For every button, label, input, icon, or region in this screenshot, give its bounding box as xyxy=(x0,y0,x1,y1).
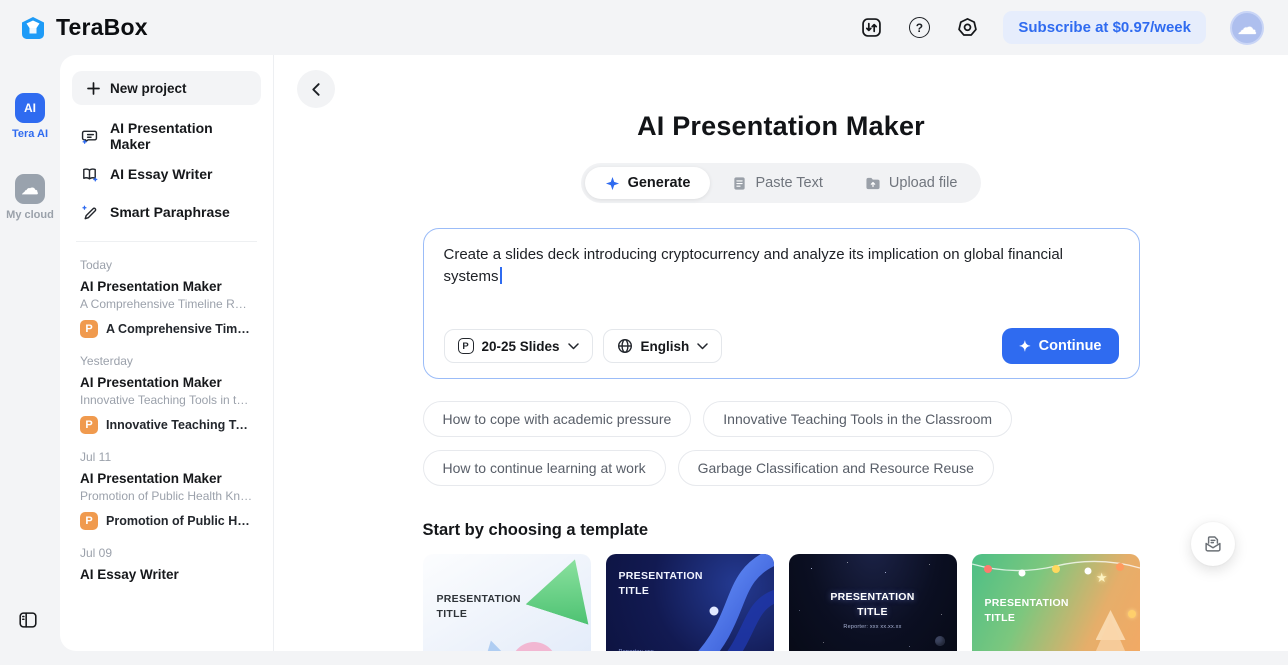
history-item[interactable]: AI Presentation Maker Innovative Teachin… xyxy=(80,375,253,434)
sidebar: New project AI Presentation Maker xyxy=(60,55,274,651)
terabox-logo[interactable]: TeraBox xyxy=(18,13,148,43)
sidebar-divider xyxy=(76,241,257,242)
suggestion-chips: How to cope with academic pressure Innov… xyxy=(423,401,1140,486)
document-icon xyxy=(732,176,747,191)
paraphrase-pen-icon xyxy=(80,203,99,222)
history-item[interactable]: AI Presentation Maker A Comprehensive Ti… xyxy=(80,279,253,338)
decor-stars xyxy=(789,554,790,555)
app-window: TeraBox ? Subscribe at $0.97/week xyxy=(0,0,1288,665)
history-date: Today xyxy=(80,258,253,272)
terabox-logo-text: TeraBox xyxy=(56,14,148,41)
history-section-jul-11: Jul 11 AI Presentation Maker Promotion o… xyxy=(70,450,263,530)
sidebar-toggle-icon[interactable] xyxy=(17,609,39,631)
ppt-file-icon: P xyxy=(80,416,98,434)
tab-upload-file[interactable]: Upload file xyxy=(845,167,978,199)
rail-item-my-cloud[interactable]: ☁ My cloud xyxy=(6,174,54,221)
suggestion-chip[interactable]: Innovative Teaching Tools in the Classro… xyxy=(703,401,1012,437)
main-area: AI Presentation Maker Generate Paste Tex… xyxy=(274,55,1288,651)
user-avatar[interactable]: ☁ xyxy=(1230,11,1264,45)
sidebar-item-label: AI Essay Writer xyxy=(110,166,212,182)
template-list: PRESENTATIONTITLE PRESENTATIONTITLE Repo… xyxy=(423,554,1140,651)
template-card-light[interactable]: PRESENTATIONTITLE xyxy=(423,554,591,651)
decor-tree xyxy=(1088,618,1134,651)
subscribe-button[interactable]: Subscribe at $0.97/week xyxy=(1003,11,1206,44)
history-file[interactable]: P Innovative Teaching Tools in t... xyxy=(80,416,253,434)
sparkle-diamond-icon xyxy=(605,176,620,191)
continue-button[interactable]: ✦ Continue xyxy=(1002,328,1119,364)
left-rail: AI Tera AI ☁ My cloud xyxy=(0,55,60,665)
history-item[interactable]: AI Essay Writer xyxy=(80,567,253,582)
suggestion-chip[interactable]: How to cope with academic pressure xyxy=(423,401,692,437)
presentation-maker-icon xyxy=(80,127,99,146)
sparkle-icon: ✦ xyxy=(1019,339,1031,353)
history-section-yesterday: Yesterday AI Presentation Maker Innovati… xyxy=(70,354,263,434)
help-icon[interactable]: ? xyxy=(907,16,931,40)
suggestion-chip[interactable]: How to continue learning at work xyxy=(423,450,666,486)
decor-circle xyxy=(511,642,557,651)
terabox-logo-icon xyxy=(18,13,48,43)
sidebar-item-ai-essay-writer[interactable]: AI Essay Writer xyxy=(70,155,263,193)
avatar-cloud-icon: ☁ xyxy=(1237,18,1257,38)
prompt-card: Create a slides deck introducing cryptoc… xyxy=(423,228,1140,379)
history-section-today: Today AI Presentation Maker A Comprehens… xyxy=(70,258,263,338)
sidebar-item-smart-paraphrase[interactable]: Smart Paraphrase xyxy=(70,193,263,231)
page-title: AI Presentation Maker xyxy=(423,111,1140,142)
history-date: Yesterday xyxy=(80,354,253,368)
history-item[interactable]: AI Presentation Maker Promotion of Publi… xyxy=(80,471,253,530)
history-section-jul-09: Jul 09 AI Essay Writer xyxy=(70,546,263,582)
chevron-left-icon xyxy=(309,82,324,97)
history-file[interactable]: P Promotion of Public Health K... xyxy=(80,512,253,530)
back-button[interactable] xyxy=(297,70,335,108)
upload-folder-icon xyxy=(865,176,881,191)
my-cloud-label: My cloud xyxy=(6,209,54,221)
sidebar-item-label: AI Presentation Maker xyxy=(110,120,253,152)
transfer-list-icon[interactable] xyxy=(859,16,883,40)
decor-bauble xyxy=(1128,610,1136,618)
decor-star-icon: ★ xyxy=(1096,570,1108,586)
decor-planet xyxy=(935,636,945,646)
template-card-holiday[interactable]: ★ PRESENTATIONTITLE xyxy=(972,554,1140,651)
slides-count-select[interactable]: P 20-25 Slides xyxy=(444,329,593,363)
tera-ai-icon: AI xyxy=(15,93,45,123)
essay-writer-icon xyxy=(80,165,99,184)
prompt-input[interactable]: Create a slides deck introducing cryptoc… xyxy=(444,244,1119,310)
history-date: Jul 11 xyxy=(80,450,253,464)
top-header: TeraBox ? Subscribe at $0.97/week xyxy=(0,0,1288,55)
my-cloud-icon: ☁ xyxy=(15,174,45,204)
text-caret xyxy=(500,267,502,284)
mode-tabs: Generate Paste Text Upload file xyxy=(581,163,982,203)
history-file[interactable]: P A Comprehensive Timeline R... xyxy=(80,320,253,338)
chevron-down-icon xyxy=(697,343,708,350)
globe-icon xyxy=(617,338,633,354)
sidebar-item-label: Smart Paraphrase xyxy=(110,204,230,220)
language-select[interactable]: English xyxy=(603,329,723,363)
settings-icon[interactable] xyxy=(955,16,979,40)
plus-icon xyxy=(86,81,101,96)
rail-item-tera-ai[interactable]: AI Tera AI xyxy=(12,93,48,140)
ppt-file-icon: P xyxy=(80,320,98,338)
ppt-file-icon: P xyxy=(80,512,98,530)
slides-icon: P xyxy=(458,338,474,354)
content-panel: New project AI Presentation Maker xyxy=(60,55,1288,651)
decor-triangle xyxy=(471,636,518,651)
suggestion-chip[interactable]: Garbage Classification and Resource Reus… xyxy=(678,450,994,486)
tera-ai-label: Tera AI xyxy=(12,128,48,140)
feedback-button[interactable] xyxy=(1191,522,1235,566)
feedback-inbox-icon xyxy=(1202,533,1224,555)
new-project-button[interactable]: New project xyxy=(72,71,261,105)
history-date: Jul 09 xyxy=(80,546,253,560)
templates-heading: Start by choosing a template xyxy=(423,521,1140,540)
decor-triangle xyxy=(525,554,590,625)
template-card-blue-ribbon[interactable]: PRESENTATIONTITLE Reporter: xxx xyxy=(606,554,774,651)
chevron-down-icon xyxy=(568,343,579,350)
template-card-space[interactable]: PRESENTATIONTITLE Reporter: xxx xx.xx.xx xyxy=(789,554,957,651)
decor-string-lights xyxy=(972,556,1140,584)
tab-generate[interactable]: Generate xyxy=(585,167,711,199)
tab-paste-text[interactable]: Paste Text xyxy=(712,167,842,199)
sidebar-item-ai-presentation-maker[interactable]: AI Presentation Maker xyxy=(70,117,263,155)
